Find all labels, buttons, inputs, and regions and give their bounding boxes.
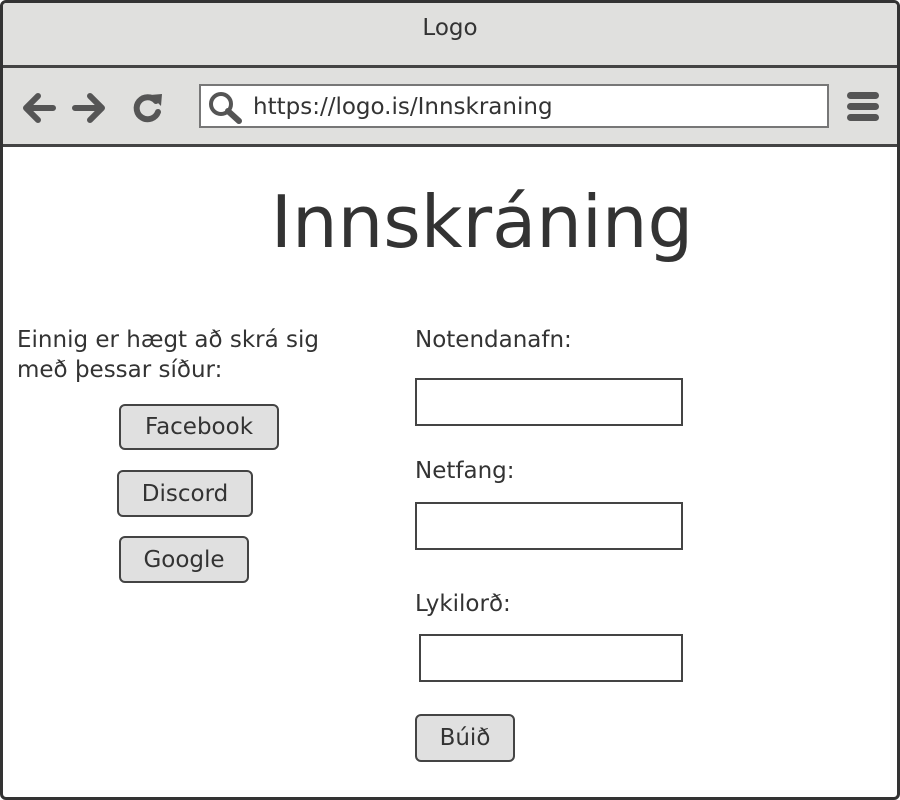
browser-window: Logo https://logo.is/Innskraning Innskrá… <box>0 0 900 800</box>
password-label: Lykilorð: <box>415 591 511 617</box>
search-icon <box>209 92 242 124</box>
arrow-right-icon <box>72 93 105 123</box>
username-field[interactable] <box>415 378 683 426</box>
username-label: Notendanafn: <box>415 327 572 353</box>
address-bar[interactable]: https://logo.is/Innskraning <box>199 84 829 128</box>
facebook-login-button[interactable]: Facebook <box>119 404 279 450</box>
forward-button[interactable] <box>71 90 109 126</box>
submit-button[interactable]: Búið <box>415 714 515 762</box>
page-content: Innskráning Einnig er hægt að skrá sig m… <box>3 147 897 797</box>
reload-icon <box>133 94 162 123</box>
back-button[interactable] <box>19 90 57 126</box>
password-field[interactable] <box>419 634 683 682</box>
email-field[interactable] <box>415 502 683 550</box>
social-login-intro: Einnig er hægt að skrá sig með þessar sí… <box>17 327 319 383</box>
browser-toolbar: https://logo.is/Innskraning <box>3 68 897 147</box>
url-text: https://logo.is/Innskraning <box>253 94 553 120</box>
window-title: Logo <box>3 3 897 68</box>
google-login-button[interactable]: Google <box>119 536 249 583</box>
reload-button[interactable] <box>129 90 167 126</box>
email-label: Netfang: <box>415 458 515 484</box>
discord-login-button[interactable]: Discord <box>117 470 253 517</box>
arrow-left-icon <box>23 93 56 123</box>
page-title: Innskráning <box>270 180 694 264</box>
hamburger-menu-icon[interactable] <box>845 88 881 126</box>
